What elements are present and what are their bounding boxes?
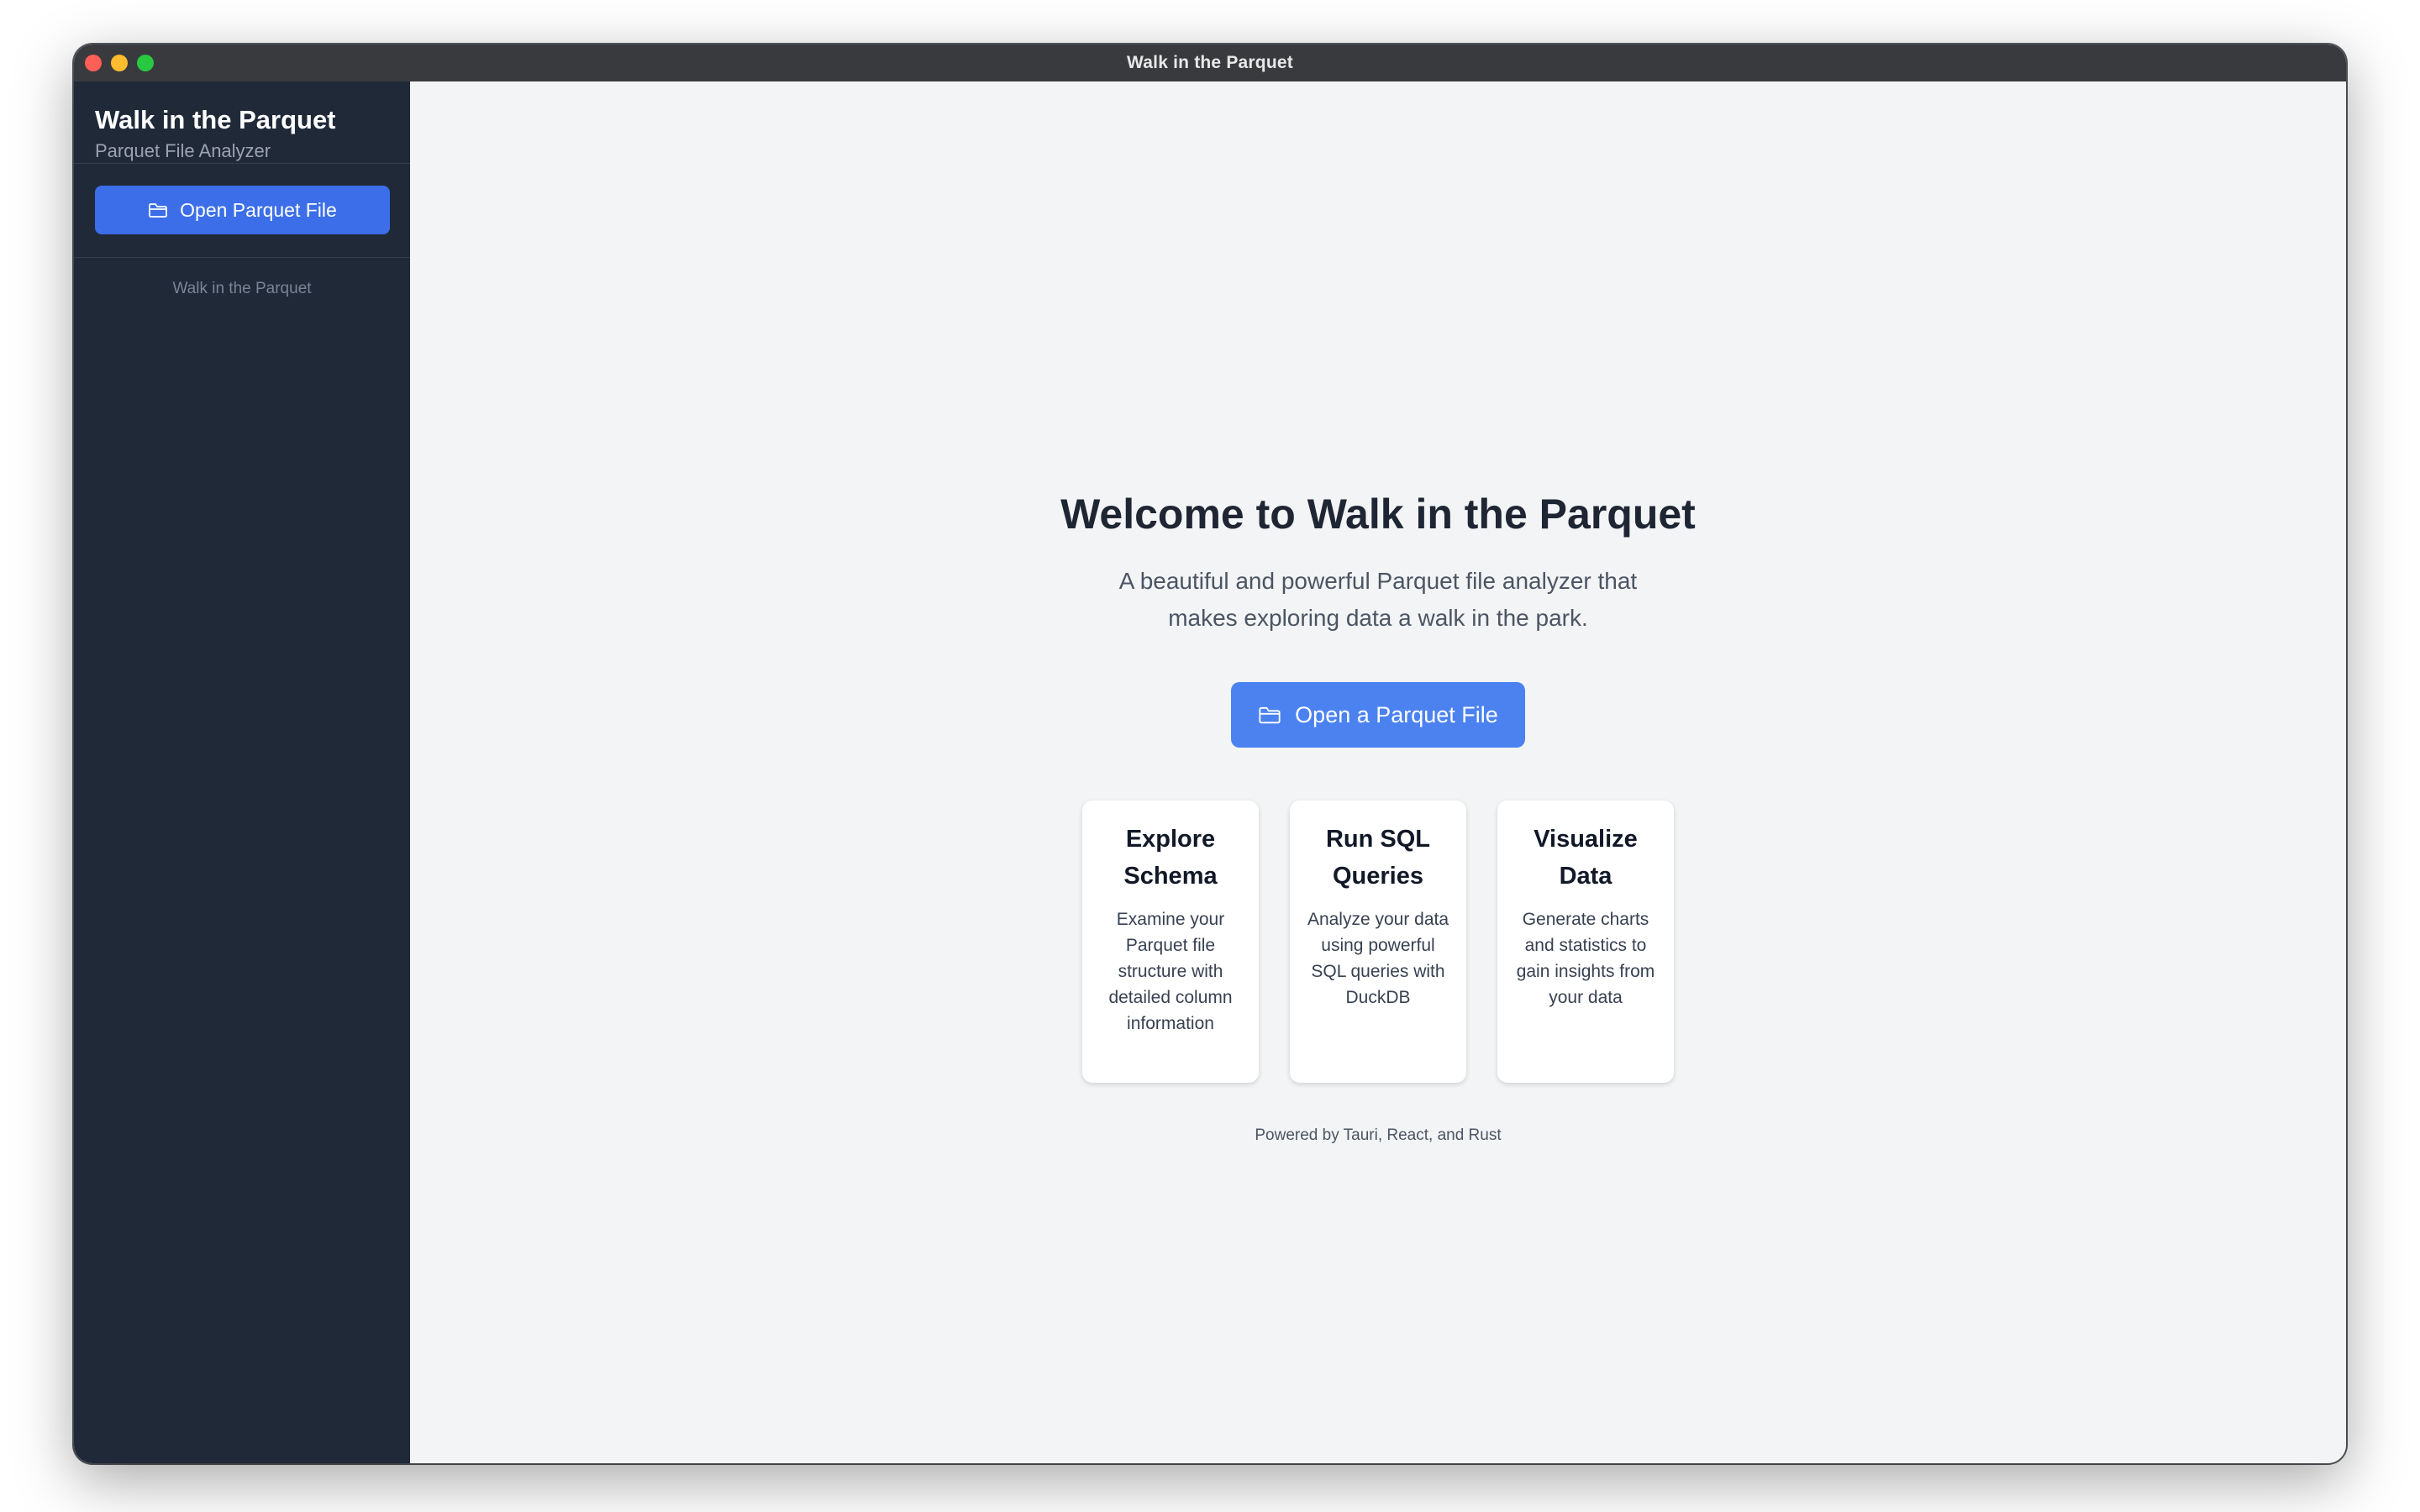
sidebar-header: Walk in the Parquet Parquet File Analyze… (74, 81, 410, 164)
app-title: Walk in the Parquet (95, 105, 336, 134)
open-a-parquet-file-button[interactable]: Open a Parquet File (1231, 682, 1525, 748)
zoom-window-button[interactable] (137, 55, 154, 71)
main-content: Welcome to Walk in the Parquet A beautif… (410, 81, 2346, 1463)
feature-card-text: Analyze your data using powerful SQL que… (1307, 910, 1449, 1007)
feature-card-run-sql-queries: Run SQL Queries Analyze your data using … (1290, 801, 1466, 1083)
powered-by-text: Powered by Tauri, React, and Rust (1255, 1126, 1502, 1144)
window-title: Walk in the Parquet (1127, 53, 1293, 72)
folder-icon (148, 202, 168, 218)
feature-card-text: Examine your Parquet file structure with… (1108, 910, 1233, 1033)
folder-icon (1258, 705, 1281, 725)
open-parquet-file-button[interactable]: Open Parquet File (95, 186, 390, 234)
feature-card-explore-schema: Explore Schema Examine your Parquet file… (1082, 801, 1259, 1083)
welcome-description: A beautiful and powerful Parquet file an… (1118, 568, 1638, 631)
sidebar-footer: Walk in the Parquet (172, 280, 312, 297)
feature-card-text: Generate charts and statistics to gain i… (1516, 910, 1655, 1007)
window-controls (85, 55, 154, 71)
app-subtitle: Parquet File Analyzer (95, 140, 271, 161)
feature-card-title: Explore Schema (1123, 826, 1218, 890)
minimize-window-button[interactable] (111, 55, 128, 71)
welcome-panel: Welcome to Walk in the Parquet A beautif… (410, 489, 2346, 1145)
feature-card-title: Visualize Data (1534, 826, 1638, 890)
sidebar: Walk in the Parquet Parquet File Analyze… (74, 81, 410, 1463)
open-parquet-file-label: Open Parquet File (180, 198, 337, 221)
open-a-parquet-file-label: Open a Parquet File (1295, 701, 1498, 727)
title-bar[interactable]: Walk in the Parquet (74, 45, 2346, 81)
feature-cards: Explore Schema Examine your Parquet file… (410, 801, 2346, 1083)
sidebar-actions: Open Parquet File (74, 164, 410, 258)
app-window: Walk in the Parquet Walk in the Parquet … (74, 45, 2346, 1463)
feature-card-title: Run SQL Queries (1325, 826, 1431, 890)
close-window-button[interactable] (85, 55, 102, 71)
welcome-heading: Welcome to Walk in the Parquet (1060, 491, 1696, 538)
feature-card-visualize-data: Visualize Data Generate charts and stati… (1497, 801, 1674, 1083)
